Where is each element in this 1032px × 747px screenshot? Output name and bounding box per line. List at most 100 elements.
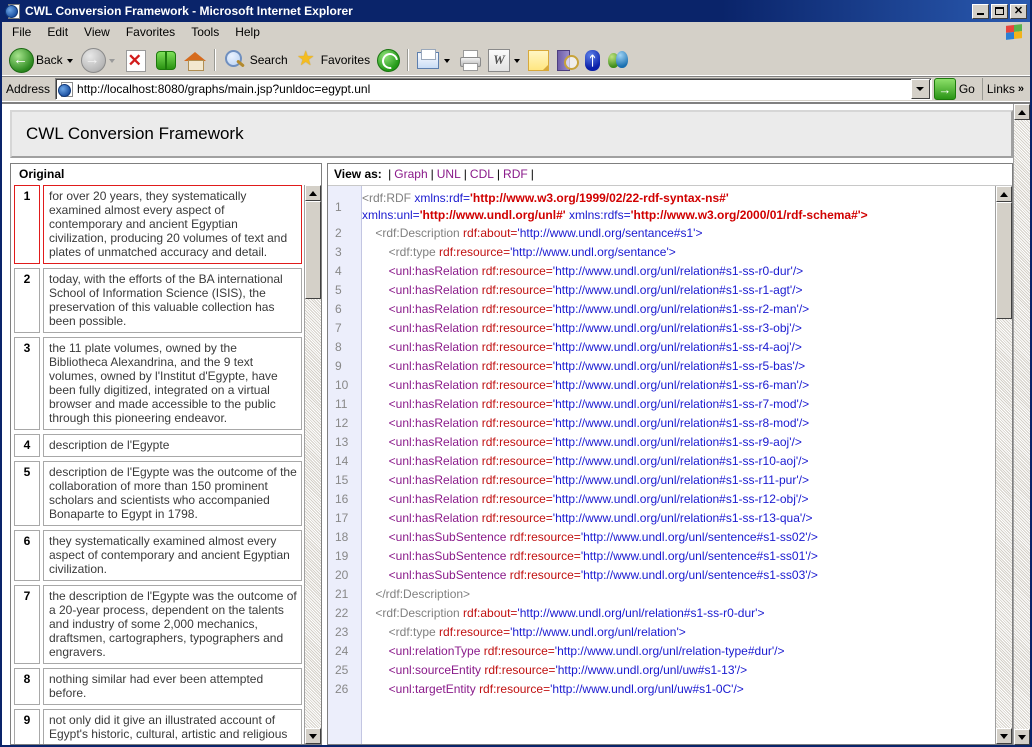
back-dropdown-icon[interactable] — [67, 59, 73, 63]
messenger-button[interactable] — [603, 47, 633, 73]
scroll-thumb[interactable] — [305, 201, 321, 299]
sentence-text[interactable]: today, with the efforts of the BA intern… — [43, 268, 302, 333]
scroll-track[interactable] — [305, 299, 321, 728]
menu-item-tools[interactable]: Tools — [183, 23, 227, 42]
code-content[interactable]: <rdf:RDF xmlns:rdf='http://www.w3.org/19… — [362, 186, 995, 744]
code-token: <unl:targetEntity — [389, 682, 479, 696]
sentence-row[interactable]: 8nothing similar had ever been attempted… — [14, 668, 302, 705]
line-number: 15 — [328, 471, 361, 490]
code-token: <unl:hasSubSentence — [389, 549, 510, 563]
line-number: 11 — [328, 395, 361, 414]
sentence-number: 4 — [14, 434, 40, 457]
sentence-text[interactable]: description de l'Egypte was the outcome … — [43, 461, 302, 526]
sentence-text[interactable]: description de l'Egypte — [43, 434, 302, 457]
sentence-row[interactable]: 9not only did it give an illustrated acc… — [14, 709, 302, 744]
menu-item-edit[interactable]: Edit — [39, 23, 76, 42]
mail-button[interactable] — [413, 47, 455, 73]
scroll-up-button[interactable] — [305, 185, 321, 201]
view-as-bar: View as: |Graph|UNL|CDL|RDF| — [328, 164, 1012, 185]
sentence-text[interactable]: for over 20 years, they systematically e… — [43, 185, 302, 264]
document-scrollbar[interactable] — [1013, 104, 1030, 745]
view-as-link-rdf[interactable]: RDF — [503, 167, 528, 181]
view-as-link-cdl[interactable]: CDL — [470, 167, 494, 181]
close-button[interactable]: ✕ — [1010, 4, 1027, 19]
home-button[interactable] — [180, 47, 210, 73]
menu-item-help[interactable]: Help — [227, 23, 268, 42]
sentence-row[interactable]: 4description de l'Egypte — [14, 434, 302, 457]
sentence-text[interactable]: the 11 plate volumes, owned by the Bibli… — [43, 337, 302, 430]
original-scrollbar[interactable] — [304, 185, 321, 744]
code-token: 'http://www.undl.org/unl/relation#s1-ss-… — [553, 492, 809, 506]
go-button[interactable]: → Go — [932, 78, 980, 100]
links-button[interactable]: Links » — [982, 78, 1028, 100]
sentence-text[interactable]: they systematically examined almost ever… — [43, 530, 302, 581]
minimize-button[interactable] — [972, 4, 989, 19]
line-number: 17 — [328, 509, 361, 528]
chevron-right-icon[interactable]: » — [1018, 83, 1024, 95]
word-icon: W — [488, 49, 510, 72]
code-token: <unl:hasRelation — [389, 473, 482, 487]
address-input[interactable]: http://localhost:8080/graphs/main.jsp?un… — [55, 78, 932, 100]
sentence-text[interactable]: nothing similar had ever been attempted … — [43, 668, 302, 705]
sentence-number: 8 — [14, 668, 40, 705]
menu-item-file[interactable]: File — [4, 23, 39, 42]
code-token: rdf:resource= — [439, 245, 510, 259]
code-token: 'http://www.undl.org/unl#' — [420, 208, 566, 222]
sentence-text[interactable]: the description de l'Egypte was the outc… — [43, 585, 302, 664]
code-scrollbar[interactable] — [995, 186, 1012, 744]
sentence-number: 5 — [14, 461, 40, 526]
sentence-row[interactable]: 3the 11 plate volumes, owned by the Bibl… — [14, 337, 302, 430]
favorites-label: Favorites — [321, 53, 370, 67]
notes-button[interactable] — [525, 47, 552, 73]
research-button[interactable] — [552, 47, 582, 73]
code-token: 'http://www.undl.org/unl/relation#s1-ss-… — [553, 359, 805, 373]
back-button[interactable]: ← Back — [6, 47, 78, 73]
code-token: 'http://www.w3.org/1999/02/22-rdf-syntax… — [470, 191, 729, 205]
document-scroll-down-button[interactable] — [1014, 729, 1030, 745]
menu-item-favorites[interactable]: Favorites — [118, 23, 183, 42]
view-as-sep-0: | — [388, 167, 391, 181]
forward-button[interactable]: → — [78, 47, 120, 73]
sentence-text[interactable]: not only did it give an illustrated acco… — [43, 709, 302, 744]
view-as-link-unl[interactable]: UNL — [437, 167, 461, 181]
edit-word-button[interactable]: W — [485, 47, 525, 73]
bluetooth-button[interactable]: ᛏ — [582, 47, 603, 73]
scroll-down-button[interactable] — [305, 728, 321, 744]
media-button[interactable] — [373, 47, 403, 73]
page-viewport: CWL Conversion Framework Original 1for o… — [2, 103, 1030, 745]
code-line: <unl:targetEntity rdf:resource='http://w… — [362, 680, 995, 699]
toolbar: ← Back → ✕ — [2, 44, 1030, 77]
code-line: <unl:hasRelation rdf:resource='http://ww… — [362, 471, 995, 490]
sentence-row[interactable]: 1for over 20 years, they systematically … — [14, 185, 302, 264]
document-scroll-up-button[interactable] — [1014, 104, 1030, 120]
maximize-button[interactable] — [991, 4, 1008, 19]
view-as-link-graph[interactable]: Graph — [394, 167, 427, 181]
sentence-row[interactable]: 6they systematically examined almost eve… — [14, 530, 302, 581]
mail-dropdown-icon[interactable] — [444, 59, 450, 63]
code-scroll-track[interactable] — [996, 319, 1012, 728]
menu-item-view[interactable]: View — [76, 23, 118, 42]
search-button[interactable]: Search — [220, 47, 291, 73]
code-scroll-up-button[interactable] — [996, 186, 1012, 202]
print-button[interactable] — [455, 47, 485, 73]
code-token: <unl:hasRelation — [389, 397, 482, 411]
code-scroll-down-button[interactable] — [996, 728, 1012, 744]
document-scroll-track[interactable] — [1014, 120, 1030, 729]
code-token: <unl:hasRelation — [389, 492, 482, 506]
word-dropdown-icon[interactable] — [514, 59, 520, 63]
forward-dropdown-icon[interactable] — [109, 59, 115, 63]
code-scroll-thumb[interactable] — [996, 202, 1012, 319]
code-token: rdf:resource= — [510, 530, 581, 544]
favorites-button[interactable]: ★ Favorites — [291, 47, 373, 73]
sentence-row[interactable]: 2today, with the efforts of the BA inter… — [14, 268, 302, 333]
code-token: 'http://www.undl.org/unl/relation#s1-ss-… — [517, 606, 764, 620]
refresh-button[interactable] — [150, 47, 180, 73]
line-number: 18 — [328, 528, 361, 547]
stop-button[interactable]: ✕ — [120, 47, 150, 73]
sentence-row[interactable]: 7the description de l'Egypte was the out… — [14, 585, 302, 664]
view-as-sep-4: | — [531, 167, 534, 181]
code-table: 1234567891011121314151617181920212223242… — [328, 186, 995, 744]
sentence-row[interactable]: 5description de l'Egypte was the outcome… — [14, 461, 302, 526]
code-token: rdf:resource= — [479, 682, 550, 696]
address-dropdown-button[interactable] — [911, 79, 930, 99]
